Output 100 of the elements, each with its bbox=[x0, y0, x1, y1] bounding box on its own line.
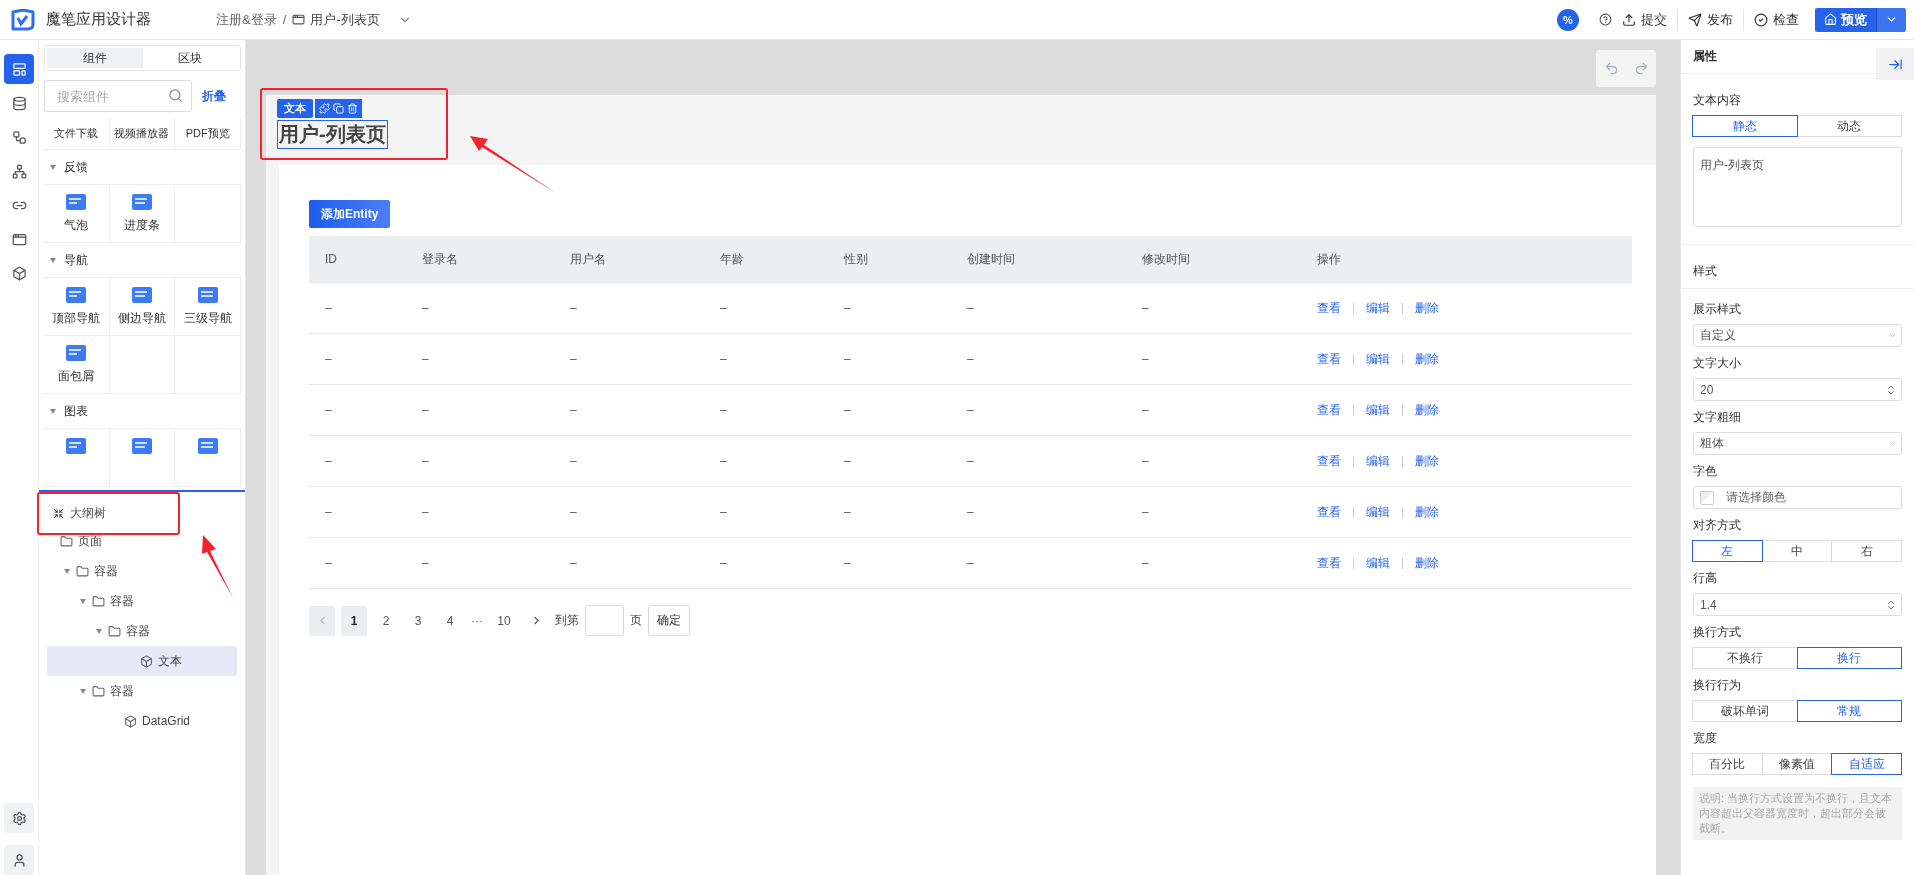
group-title: 导航 bbox=[64, 251, 88, 269]
component-item[interactable]: PDF预览 bbox=[175, 118, 241, 150]
caret-icon[interactable] bbox=[50, 408, 56, 414]
copy-icon[interactable] bbox=[333, 103, 344, 114]
user-button[interactable] bbox=[4, 845, 34, 875]
caret-icon[interactable] bbox=[50, 164, 56, 170]
row-action-link[interactable]: 删除 bbox=[1415, 299, 1439, 317]
hierarchy-icon bbox=[11, 163, 27, 179]
collapse-link[interactable]: 折叠 bbox=[202, 87, 226, 105]
tree-item[interactable]: 容器 bbox=[47, 586, 237, 616]
component-item[interactable] bbox=[175, 429, 241, 487]
table-cell-text: – bbox=[844, 454, 852, 468]
row-action-link[interactable]: 编辑 bbox=[1366, 350, 1390, 368]
component-item[interactable]: 进度条 bbox=[109, 185, 176, 243]
collapse-panel-button[interactable] bbox=[1876, 48, 1914, 80]
page-button[interactable]: 1 bbox=[341, 605, 367, 636]
component-item[interactable]: 三级导航 bbox=[175, 278, 241, 336]
page-button[interactable]: 2 bbox=[373, 605, 399, 636]
tree-item[interactable]: DataGrid bbox=[47, 706, 237, 736]
search-field[interactable]: 搜索组件 bbox=[44, 80, 192, 112]
preview-dropdown-button[interactable] bbox=[1876, 7, 1906, 32]
panel-tab[interactable]: 组件 bbox=[47, 48, 143, 68]
text-content-field[interactable]: 用户-列表页 bbox=[1693, 147, 1902, 227]
page-button[interactable]: 10 bbox=[491, 605, 517, 636]
shrink-icon[interactable] bbox=[53, 507, 64, 519]
column-header: ID bbox=[325, 252, 338, 266]
stepper-icon[interactable] bbox=[1885, 383, 1897, 396]
component-item[interactable] bbox=[44, 429, 110, 487]
row-action-link[interactable]: 编辑 bbox=[1366, 452, 1390, 470]
segment-option[interactable]: 常规 bbox=[1796, 700, 1902, 722]
number-field[interactable]: 1.4 bbox=[1693, 593, 1902, 616]
add-entity-button[interactable]: 添加Entity bbox=[309, 200, 391, 228]
segment-option[interactable]: 右 bbox=[1831, 540, 1902, 562]
cube-icon bbox=[11, 265, 27, 281]
page-button[interactable]: 4 bbox=[437, 605, 463, 636]
component-item[interactable]: 侧边导航 bbox=[109, 278, 176, 336]
row-action-link[interactable]: 查看 bbox=[1317, 554, 1341, 572]
segment-option[interactable]: 破坏单词 bbox=[1692, 700, 1798, 722]
row-action-link[interactable]: 编辑 bbox=[1366, 401, 1390, 419]
component-item[interactable]: 气泡 bbox=[44, 185, 110, 243]
row-action-link[interactable]: 编辑 bbox=[1366, 299, 1390, 317]
row-action-link[interactable]: 编辑 bbox=[1366, 503, 1390, 521]
component-item[interactable] bbox=[109, 429, 176, 487]
caret-icon[interactable] bbox=[50, 257, 56, 263]
row-action-link[interactable]: 删除 bbox=[1415, 452, 1439, 470]
row-action-link[interactable]: 删除 bbox=[1415, 401, 1439, 419]
number-field[interactable]: 20 bbox=[1693, 378, 1902, 401]
percent-badge[interactable]: % bbox=[1557, 8, 1579, 31]
breadcrumb-project[interactable]: 注册&登录 bbox=[216, 10, 277, 29]
confirm-button[interactable]: 确定 bbox=[648, 605, 690, 636]
help-icon[interactable] bbox=[1599, 13, 1612, 26]
row-action-link[interactable]: 编辑 bbox=[1366, 554, 1390, 572]
rail-button[interactable] bbox=[4, 54, 34, 84]
select-field[interactable]: 粗体 bbox=[1693, 432, 1902, 455]
component-item[interactable]: 顶部导航 bbox=[44, 278, 110, 336]
tree-label: 容器 bbox=[110, 592, 134, 610]
tree-label: 容器 bbox=[110, 682, 134, 700]
preview-button[interactable]: 预览 bbox=[1815, 7, 1876, 32]
segment-option[interactable]: 左 bbox=[1692, 540, 1763, 562]
puzzle-icon[interactable] bbox=[319, 103, 330, 114]
row-action-link[interactable]: 查看 bbox=[1317, 350, 1341, 368]
toolbar-button[interactable]: 发布 bbox=[1678, 7, 1743, 32]
segment-option[interactable]: 百分比 bbox=[1692, 753, 1763, 775]
mode-option[interactable]: 静态 bbox=[1692, 115, 1798, 137]
page-input[interactable] bbox=[585, 605, 624, 636]
breadcrumb-separator: / bbox=[282, 12, 287, 27]
row-action-link[interactable]: 删除 bbox=[1415, 503, 1439, 521]
table-cell-text: – bbox=[570, 301, 578, 315]
component-item[interactable]: 文件下载 bbox=[44, 118, 110, 150]
breadcrumb-page[interactable]: 用户-列表页 bbox=[310, 10, 380, 29]
row-action-link[interactable]: 查看 bbox=[1317, 452, 1341, 470]
stepper-icon[interactable] bbox=[1885, 598, 1897, 611]
section-title: 样式 bbox=[1693, 263, 1717, 280]
row-action-link[interactable]: 查看 bbox=[1317, 299, 1341, 317]
tree-item[interactable]: 页面 bbox=[47, 526, 237, 556]
tree-item[interactable]: 文本 bbox=[47, 646, 237, 676]
trash-icon[interactable] bbox=[347, 103, 358, 114]
row-action-link[interactable]: 删除 bbox=[1415, 350, 1439, 368]
segment-option[interactable]: 换行 bbox=[1796, 647, 1902, 669]
segment-option[interactable]: 像素值 bbox=[1761, 753, 1833, 775]
tree-item[interactable]: 容器 bbox=[47, 556, 237, 586]
select-field[interactable]: 自定义 bbox=[1693, 324, 1902, 347]
segment-option[interactable]: 中 bbox=[1761, 540, 1833, 562]
help-note: 说明: 当换行方式设置为不换行，且文本内容超出父容器宽度时，超出部分会被截断。 bbox=[1693, 787, 1902, 840]
tree-item[interactable]: 容器 bbox=[47, 676, 237, 706]
mode-option[interactable]: 动态 bbox=[1796, 115, 1902, 137]
segment-option[interactable]: 不换行 bbox=[1692, 647, 1798, 669]
toolbar-button[interactable]: 检查 bbox=[1744, 7, 1809, 32]
component-item[interactable]: 面包屑 bbox=[44, 336, 110, 394]
toolbar-button[interactable]: 提交 bbox=[1612, 7, 1677, 32]
table-cell-text: – bbox=[1142, 352, 1150, 366]
row-action-link[interactable]: 查看 bbox=[1317, 503, 1341, 521]
component-item[interactable]: 视频播放器 bbox=[109, 118, 176, 150]
tree-item[interactable]: 容器 bbox=[47, 616, 237, 646]
page-button[interactable]: 3 bbox=[405, 605, 431, 636]
row-action-link[interactable]: 查看 bbox=[1317, 401, 1341, 419]
color-field[interactable]: 请选择颜色 bbox=[1693, 486, 1902, 509]
segment-option[interactable]: 自适应 bbox=[1831, 753, 1902, 775]
settings-button[interactable] bbox=[4, 803, 34, 833]
row-action-link[interactable]: 删除 bbox=[1415, 554, 1439, 572]
